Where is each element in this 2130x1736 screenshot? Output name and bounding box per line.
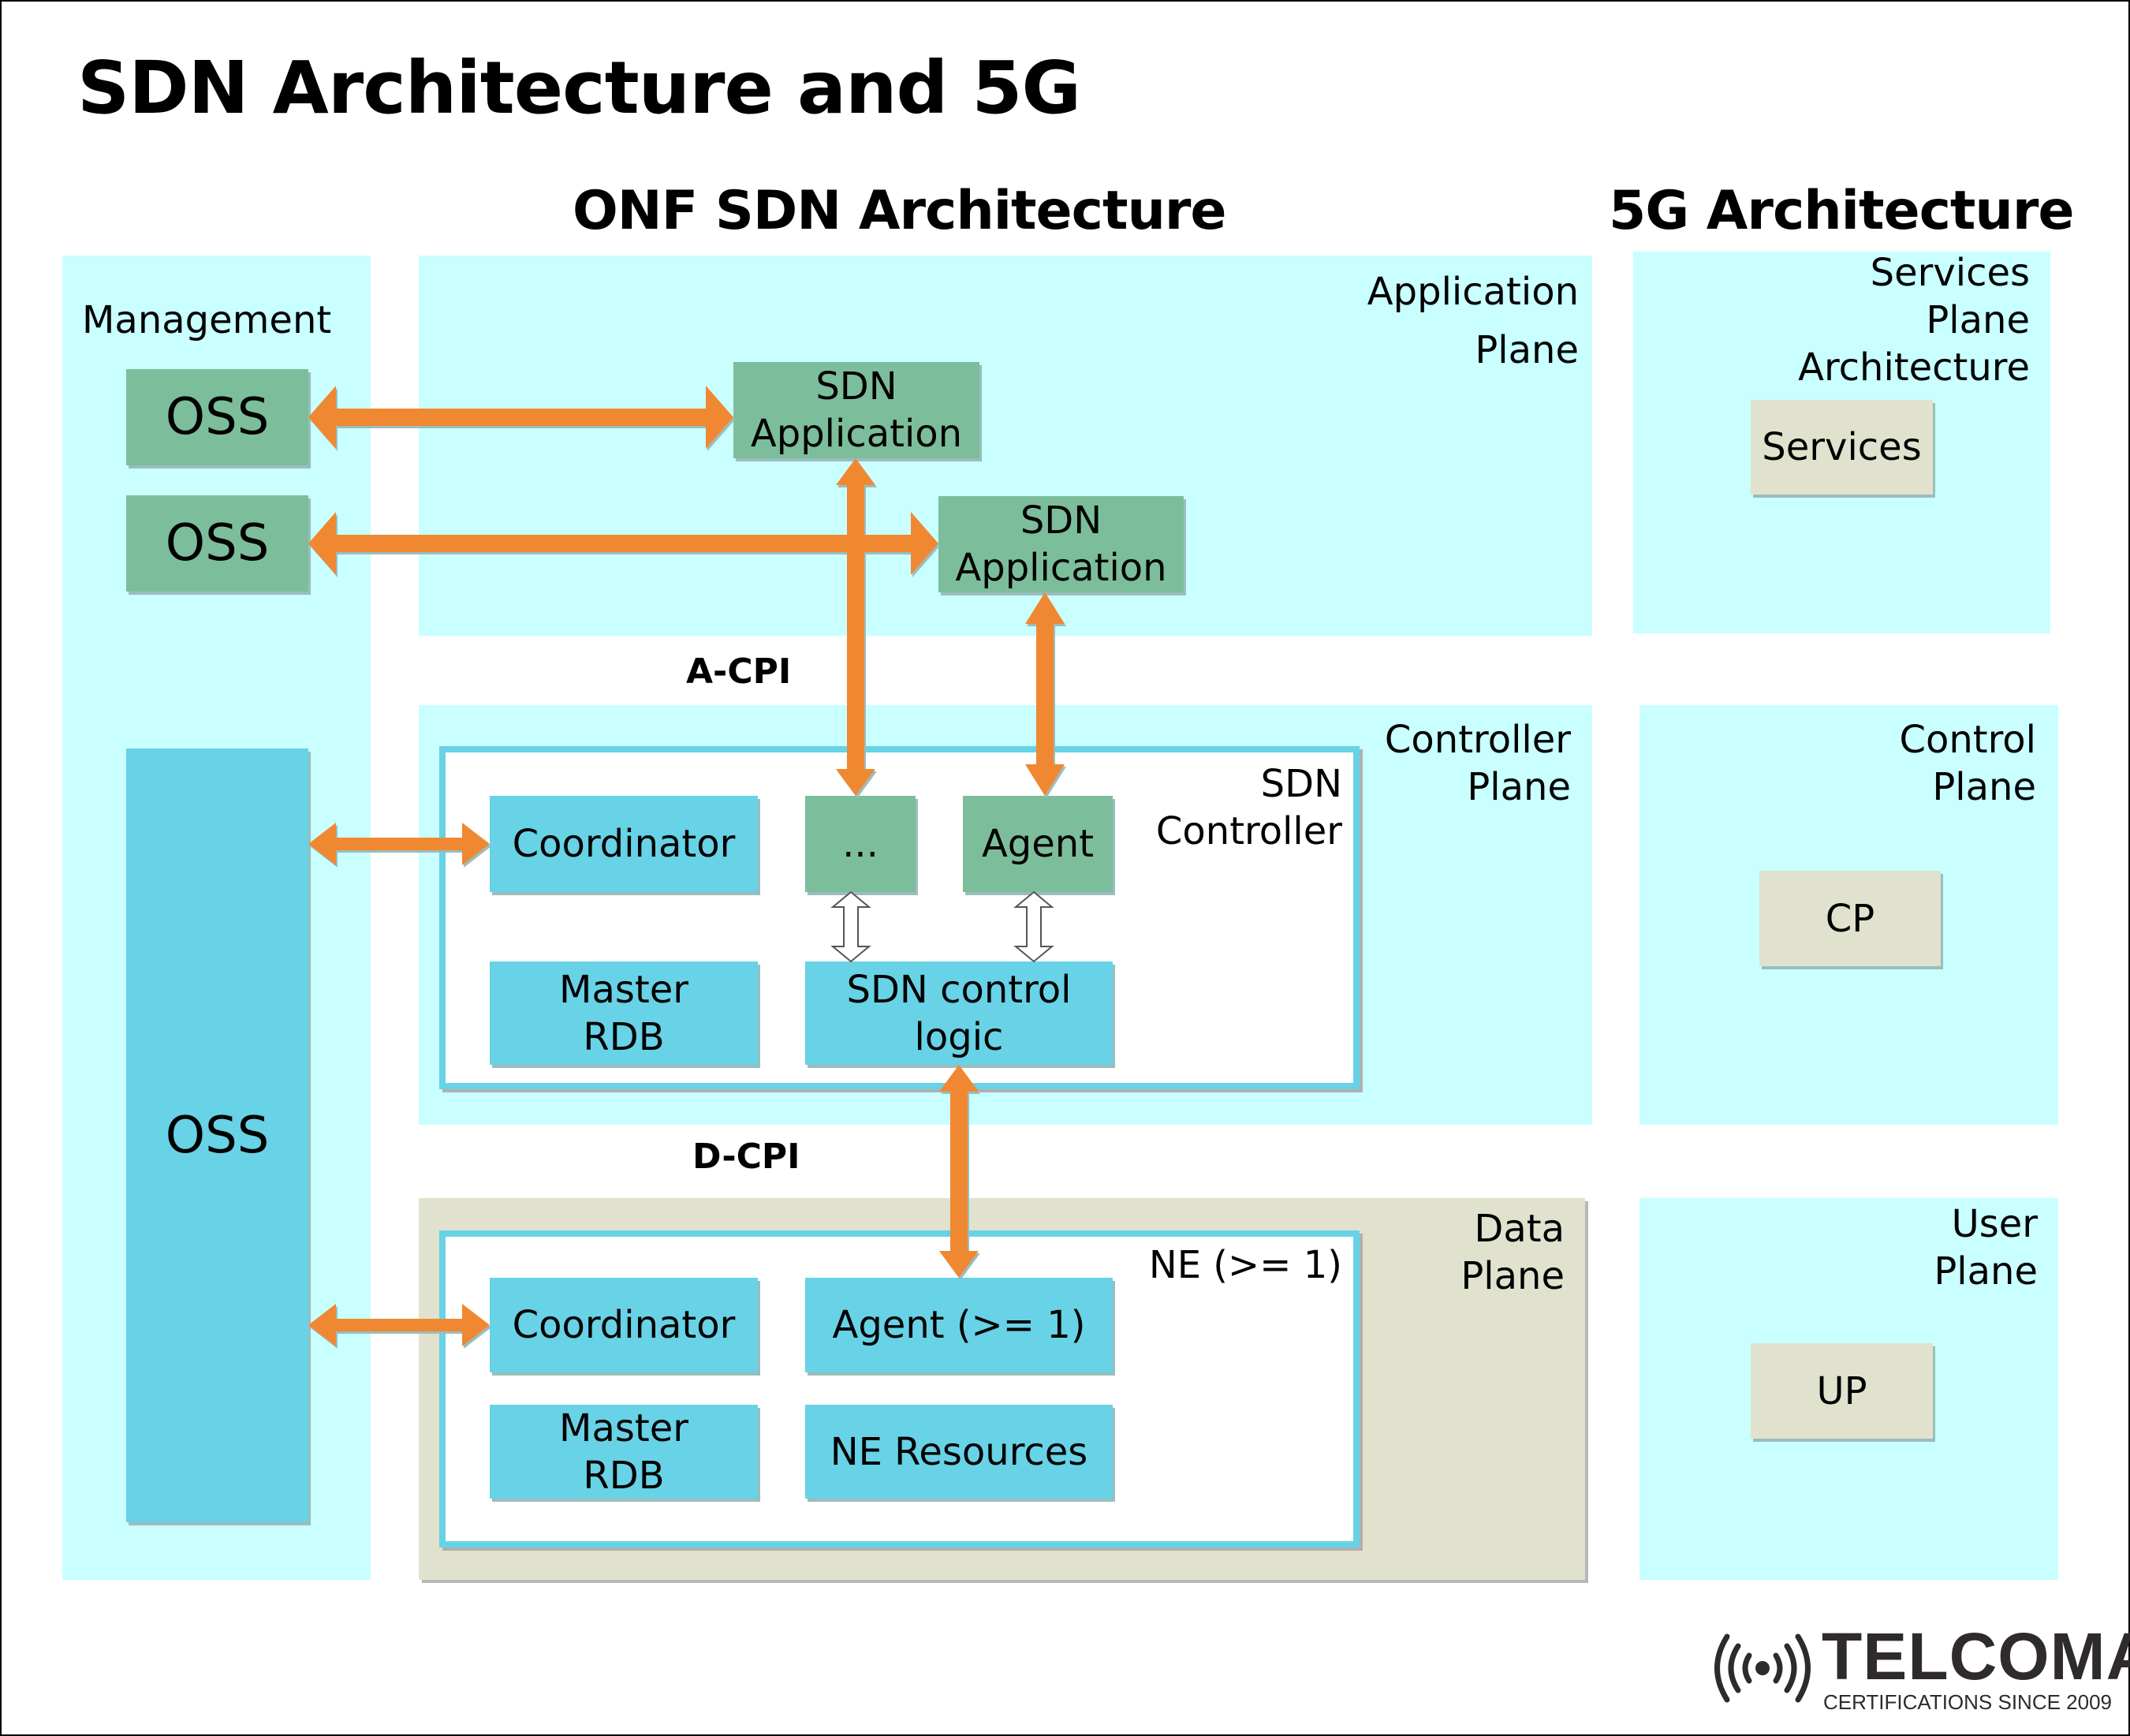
a-cpi-label: A-CPI [686,651,792,692]
sdn-application-box-2[interactable]: SDN Application [938,496,1184,592]
ne-master-rdb-line1: Master [559,1406,688,1450]
sdn-application-box-1[interactable]: SDN Application [733,362,979,458]
management-label: Management [82,298,332,342]
application-plane-label-line1: Application [1367,270,1579,314]
control-plane-label-line2: Plane [1932,765,2036,809]
up-box[interactable]: UP [1751,1343,1933,1439]
controller-ellipsis-box[interactable]: ... [805,796,916,892]
controller-plane-label-line1: Controller [1384,718,1571,762]
data-plane-label: Data Plane [1372,1205,1565,1300]
sdn-control-logic-box[interactable]: SDN control logic [805,961,1113,1065]
data-plane-label-line1: Data [1474,1207,1565,1251]
services-plane-label-line1: Services [1870,251,2030,295]
data-plane-label-line2: Plane [1460,1254,1565,1298]
oss-box-middle[interactable]: OSS [126,495,308,592]
logo-tagline: CERTIFICATIONS SINCE 2009 [1823,1690,2113,1714]
controller-coordinator-box[interactable]: Coordinator [490,796,758,892]
user-plane-label: User Plane [1814,1200,2038,1295]
signal-waves-icon [1714,1633,1811,1703]
ne-agent-box[interactable]: Agent (>= 1) [805,1278,1113,1372]
user-plane-label-line1: User [1951,1202,2038,1246]
onf-heading: ONF SDN Architecture [573,180,1227,242]
services-plane-label: Services Plane Architecture [1735,249,2030,391]
sdn-controller-label: SDN Controller [1143,760,1342,855]
ne-master-rdb-box[interactable]: Master RDB [490,1405,758,1499]
controller-agent-box[interactable]: Agent [963,796,1113,892]
sdn-application-2-line1: SDN [1020,498,1102,543]
services-plane-label-line3: Architecture [1798,345,2030,390]
control-plane-label-line1: Control [1899,718,2036,762]
controller-master-rdb-line2: RDB [583,1014,665,1059]
d-cpi-label: D-CPI [692,1137,800,1177]
controller-plane-label: Controller Plane [1372,716,1571,811]
user-plane-label-line2: Plane [1934,1249,2038,1294]
cp-box[interactable]: CP [1759,871,1941,966]
oss-box-large[interactable]: OSS [126,749,308,1522]
sdn-application-2-line2: Application [955,546,1167,590]
fiveg-heading: 5G Architecture [1609,180,2074,242]
controller-plane-label-line2: Plane [1467,765,1571,809]
oss-box-top[interactable]: OSS [126,369,308,465]
ne-master-rdb-line2: RDB [583,1453,665,1498]
services-plane-label-line2: Plane [1926,298,2030,342]
page-title: SDN Architecture and 5G [77,46,1081,130]
application-plane-label-line2: Plane [1475,328,1579,372]
sdn-control-logic-line2: logic [914,1014,1004,1059]
controller-master-rdb-box[interactable]: Master RDB [490,961,758,1065]
sdn-application-1-line2: Application [750,412,963,456]
control-plane-label: Control Plane [1814,716,2036,811]
logo-name: TELCOMA [1822,1619,2130,1693]
sdn-controller-label-line1: SDN [1260,762,1342,806]
ne-label: NE (>= 1) [1148,1243,1342,1287]
ne-coordinator-box[interactable]: Coordinator [490,1278,758,1372]
controller-master-rdb-line1: Master [559,967,688,1012]
application-plane-label: Application Plane [1301,268,1579,374]
telcoma-logo: TELCOMA CERTIFICATIONS SINCE 2009 [1703,1621,2130,1715]
services-box[interactable]: Services [1751,400,1933,495]
sdn-application-1-line1: SDN [815,364,897,409]
sdn-control-logic-line1: SDN control [846,967,1072,1012]
sdn-controller-label-line2: Controller [1155,809,1342,853]
ne-resources-box[interactable]: NE Resources [805,1405,1113,1499]
